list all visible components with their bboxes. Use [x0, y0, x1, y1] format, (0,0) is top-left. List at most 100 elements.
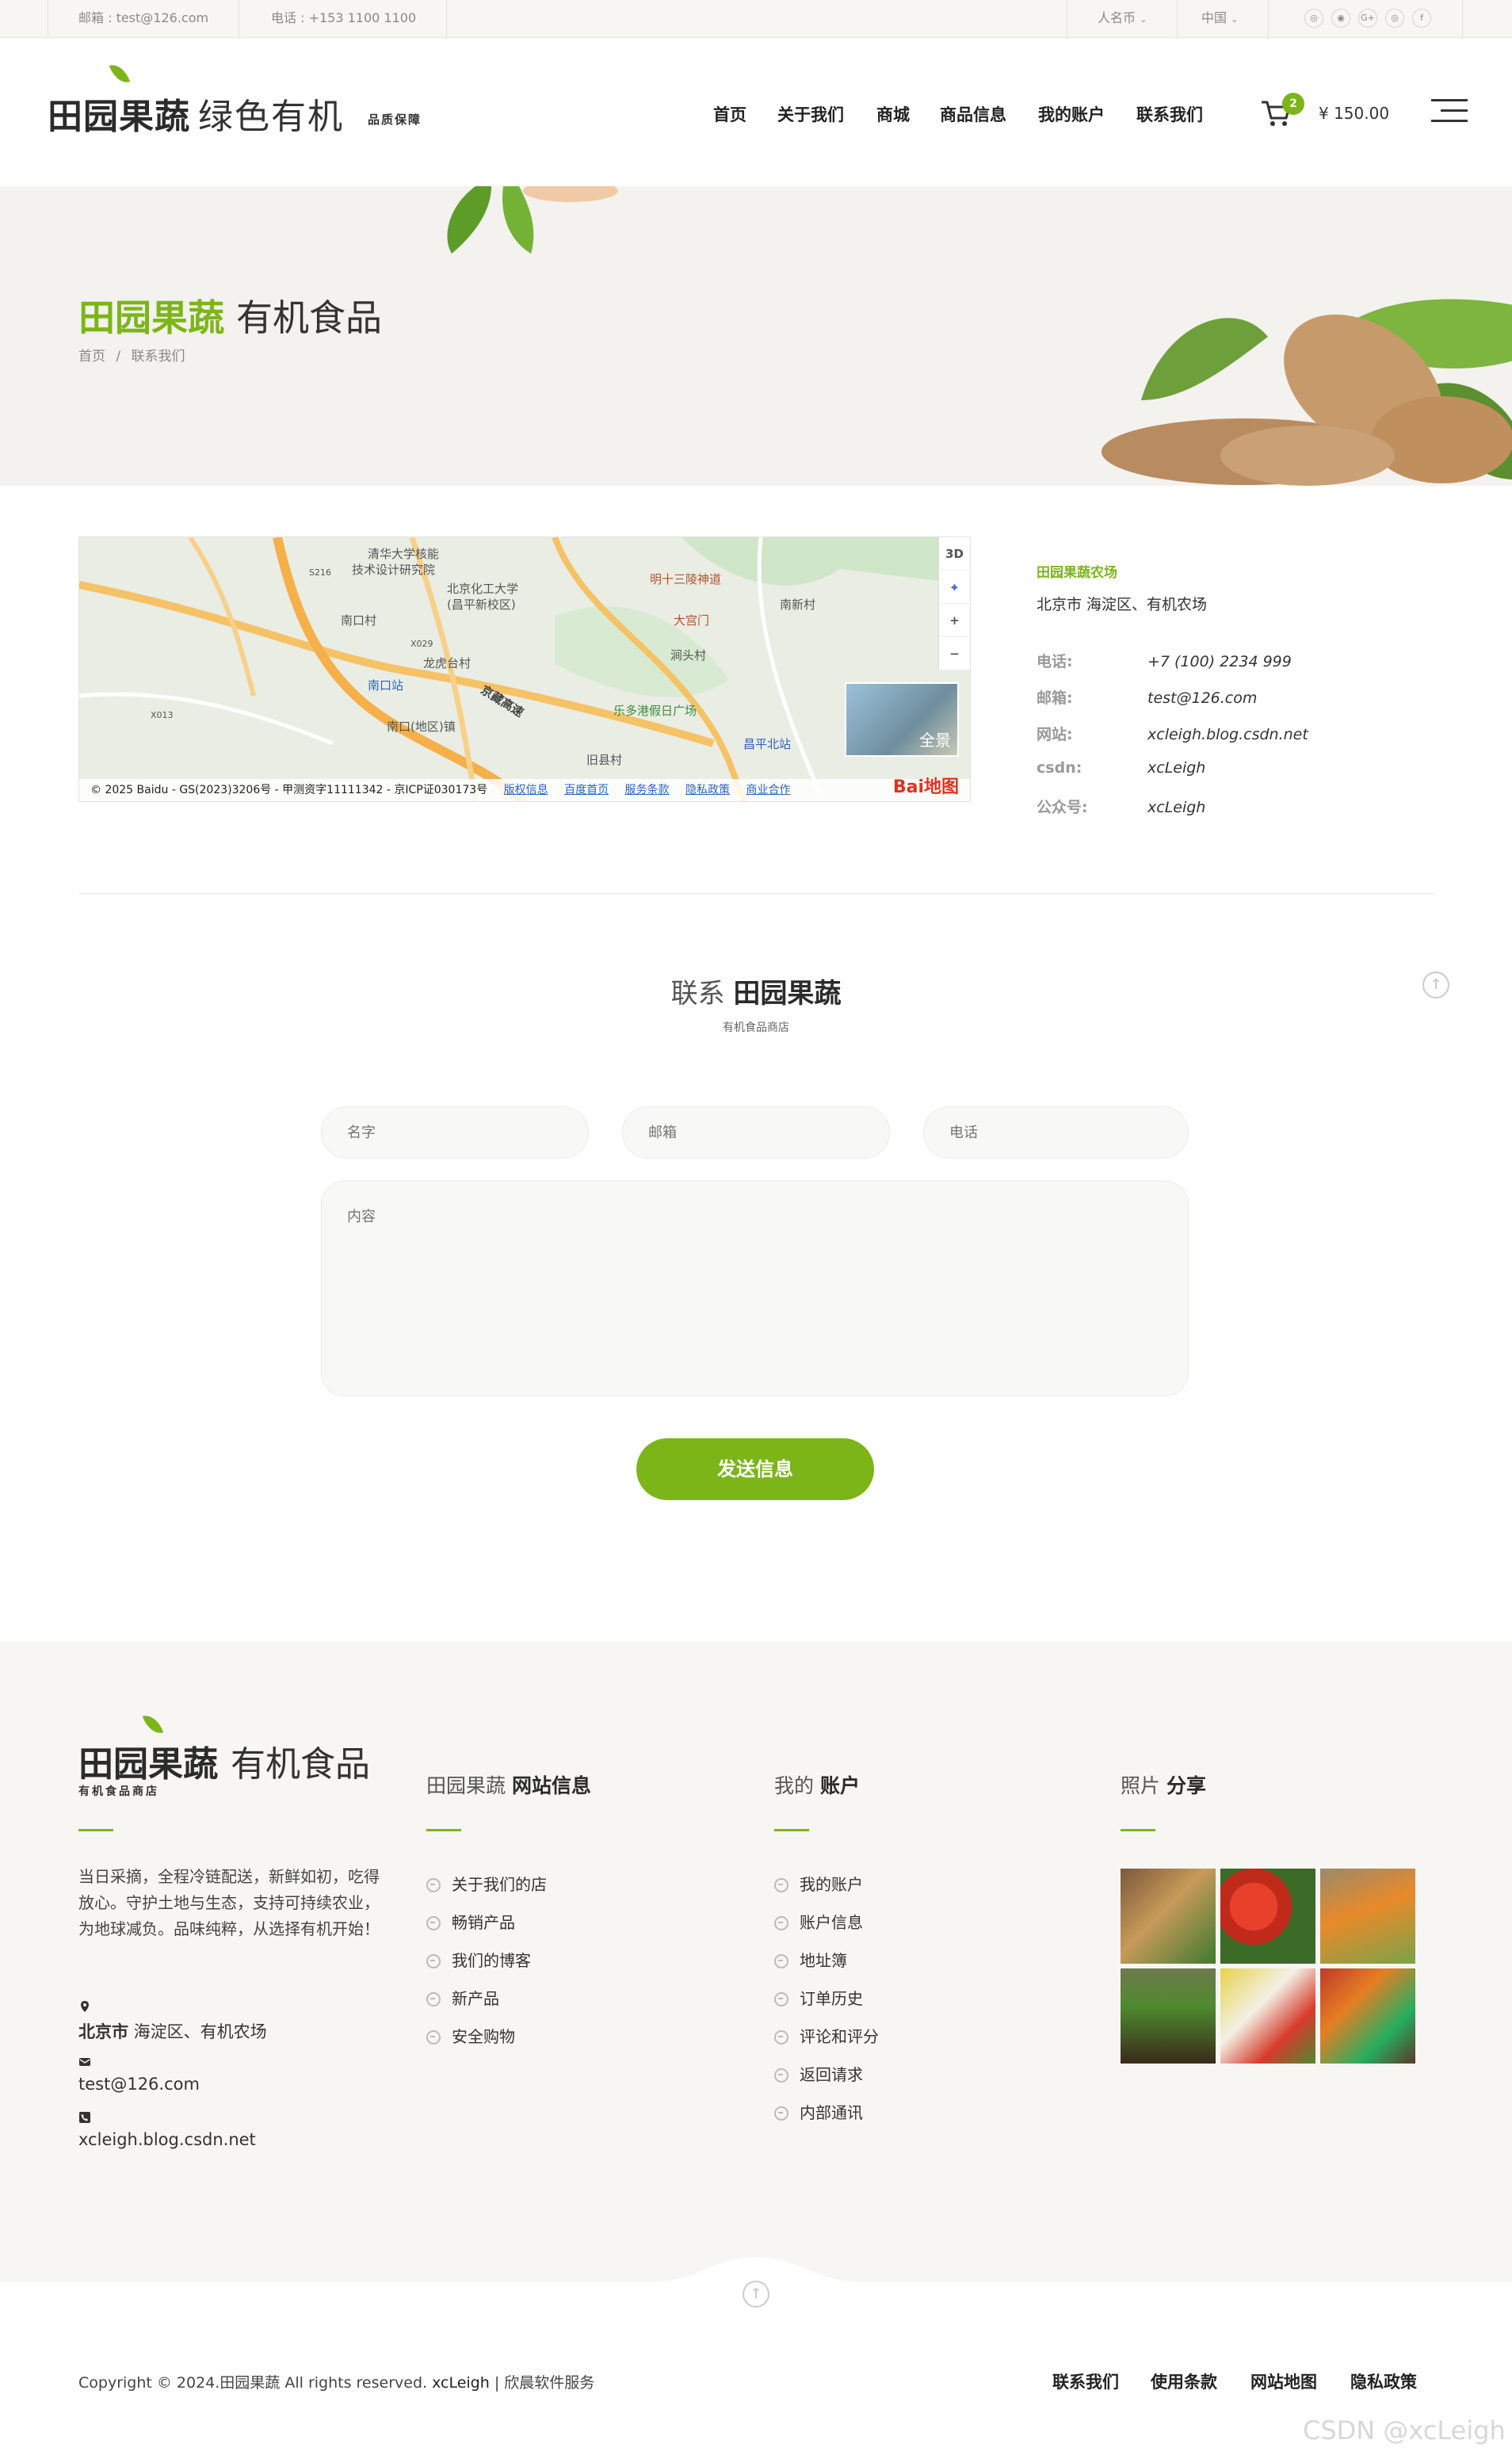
nav-contact[interactable]: 联系我们	[1136, 102, 1203, 126]
message-textarea[interactable]	[321, 1181, 1189, 1396]
footer-address: 北京市 海淀区、有机农场	[78, 2019, 267, 2043]
footer-link-label: 返回请求	[800, 2065, 863, 2084]
map-3d-button[interactable]: 3D	[939, 537, 970, 571]
footer-link[interactable]: 我的账户	[774, 1872, 863, 1895]
google-plus-icon[interactable]: G+	[1358, 9, 1377, 28]
panorama-thumbnail[interactable]: 全景	[845, 682, 959, 757]
send-message-button[interactable]: 发送信息	[636, 1438, 874, 1500]
envelope-icon	[79, 2058, 90, 2066]
form-title-bold: 田园果蔬	[733, 978, 842, 1010]
arrow-circle-icon	[774, 2106, 788, 2121]
nav-home[interactable]: 首页	[713, 102, 746, 126]
footer-city: 北京市	[78, 2022, 128, 2041]
facebook-icon[interactable]: f	[1412, 9, 1431, 28]
footer-col-site-info-title: 田园果蔬 网站信息	[426, 1770, 591, 1799]
map-copyright: © 2025 Baidu - GS(2023)3206号 - 甲测资字11111…	[90, 784, 488, 796]
baidu-map[interactable]: 清华大学核能 技术设计研究院 北京化工大学 (昌平新校区) 南口村 龙虎台村 南…	[78, 536, 971, 802]
scroll-top-icon[interactable]: ↑	[1422, 972, 1449, 998]
map-link[interactable]: 隐私政策	[685, 784, 730, 796]
footer-link[interactable]: 评论和评分	[774, 2024, 879, 2047]
zoom-out-button[interactable]: −	[939, 637, 970, 670]
footer-link[interactable]: 订单历史	[774, 1986, 863, 2009]
footer-link[interactable]: 新产品	[426, 1986, 499, 2009]
map-link[interactable]: 版权信息	[504, 784, 548, 796]
map-label: (昌平新校区)	[447, 598, 516, 612]
currency-selector[interactable]: 人名币 ⌄	[1067, 0, 1178, 38]
phone-input[interactable]	[923, 1106, 1189, 1159]
baidu-map-logo[interactable]: Bai地图	[893, 773, 959, 798]
photo-thumbnail[interactable]	[1320, 1968, 1415, 2064]
author-link[interactable]: xcLeigh	[432, 2374, 490, 2392]
nav-products[interactable]: 商品信息	[940, 102, 1006, 126]
nav-account[interactable]: 我的账户	[1038, 102, 1105, 126]
photo-thumbnail[interactable]	[1320, 1869, 1415, 1964]
green-underline	[78, 1829, 113, 1831]
photo-thumbnail[interactable]	[1220, 1968, 1315, 2064]
footer-about: 当日采摘，全程冷链配送，新鲜如初，吃得放心。守护土地与生态，支持可持续农业，为地…	[78, 1867, 380, 1938]
map-link[interactable]: 商业合作	[746, 784, 790, 796]
bottom-link-privacy[interactable]: 隐私政策	[1350, 2369, 1417, 2393]
footer-link-label: 新产品	[452, 1989, 499, 2008]
logo-main[interactable]: 田园果蔬	[48, 88, 190, 139]
footer-link[interactable]: 返回请求	[774, 2062, 863, 2085]
breadcrumb-separator: /	[116, 349, 121, 365]
name-input[interactable]	[321, 1106, 589, 1159]
footer-link[interactable]: 账户信息	[774, 1910, 863, 1933]
arrow-circle-icon	[774, 2068, 788, 2083]
instagram-icon[interactable]: ◎	[1385, 9, 1404, 28]
nav-shop[interactable]: 商城	[876, 102, 910, 126]
page-title-accent: 田园果蔬	[78, 296, 224, 339]
cart-total[interactable]: ¥ 150.00	[1319, 104, 1389, 123]
farm-name: 田园果蔬农场	[1037, 565, 1117, 581]
bottom-link-terms[interactable]: 使用条款	[1151, 2369, 1217, 2393]
footer-website[interactable]: xcleigh.blog.csdn.net	[78, 2130, 256, 2149]
info-value[interactable]: xcleigh.blog.csdn.net	[1147, 726, 1308, 743]
map-label: 昌平北站	[743, 737, 792, 751]
panorama-label: 全景	[919, 731, 951, 750]
col-title-pre: 田园果蔬	[426, 1774, 506, 1797]
company-text: | 欣晨软件服务	[494, 2374, 595, 2392]
menu-icon[interactable]	[1431, 99, 1468, 131]
wechat-icon[interactable]: ◎	[1304, 9, 1323, 28]
country-selector[interactable]: 中国 ⌄	[1171, 0, 1270, 38]
nav-about[interactable]: 关于我们	[777, 102, 844, 126]
photo-thumbnail[interactable]	[1220, 1869, 1315, 1964]
photo-thumbnail[interactable]	[1121, 1968, 1216, 2064]
map-footer: © 2025 Baidu - GS(2023)3206号 - 甲测资字11111…	[79, 779, 970, 801]
map-label: 乐多港假日广场	[613, 704, 697, 718]
site-footer: 田园果蔬 有机食品 有机食品商店 当日采摘，全程冷链配送，新鲜如初，吃得放心。守…	[0, 1642, 1512, 2282]
info-value: xcLeigh	[1147, 799, 1206, 816]
logo-sub: 绿色有机	[198, 97, 344, 137]
footer-col-photos-title: 照片 分享	[1121, 1770, 1206, 1799]
map-link[interactable]: 百度首页	[564, 784, 609, 796]
map-label: 南口站	[368, 678, 404, 693]
footer-link-label: 评论和评分	[800, 2027, 879, 2046]
map-label: 龙虎台村	[423, 656, 472, 670]
footer-logo-main[interactable]: 田园果蔬	[78, 1735, 218, 1786]
info-value[interactable]: test@126.com	[1147, 689, 1257, 707]
info-key: 电话:	[1037, 653, 1073, 670]
bottom-link-contact[interactable]: 联系我们	[1052, 2369, 1119, 2393]
qq-icon[interactable]: ◉	[1331, 9, 1350, 28]
email-input[interactable]	[622, 1106, 890, 1159]
footer-link[interactable]: 关于我们的店	[426, 1872, 547, 1895]
footer-link[interactable]: 地址簿	[774, 1948, 847, 1971]
breadcrumb-home[interactable]: 首页	[78, 349, 105, 365]
footer-link[interactable]: 安全购物	[426, 2024, 515, 2047]
footer-link-label: 内部通讯	[800, 2103, 863, 2122]
footer-link[interactable]: 畅销产品	[426, 1910, 515, 1933]
zoom-in-button[interactable]: +	[939, 604, 970, 637]
green-underline	[774, 1829, 809, 1831]
scroll-top-icon[interactable]: ↑	[743, 2281, 769, 2308]
map-link[interactable]: 服务条款	[625, 784, 670, 796]
arrow-circle-icon	[774, 1954, 788, 1968]
photo-thumbnail[interactable]	[1121, 1869, 1216, 1964]
footer-link[interactable]: 我们的博客	[426, 1948, 531, 1971]
copyright-text: Copyright © 2024.田园果蔬 All rights reserve…	[78, 2374, 428, 2392]
bottom-link-sitemap[interactable]: 网站地图	[1250, 2369, 1317, 2393]
footer-link[interactable]: 内部通讯	[774, 2100, 863, 2123]
arrow-circle-icon	[774, 1916, 788, 1930]
leaf-icon	[109, 60, 131, 87]
footer-email[interactable]: test@126.com	[78, 2075, 200, 2094]
locate-icon[interactable]: ⌖	[939, 571, 970, 604]
